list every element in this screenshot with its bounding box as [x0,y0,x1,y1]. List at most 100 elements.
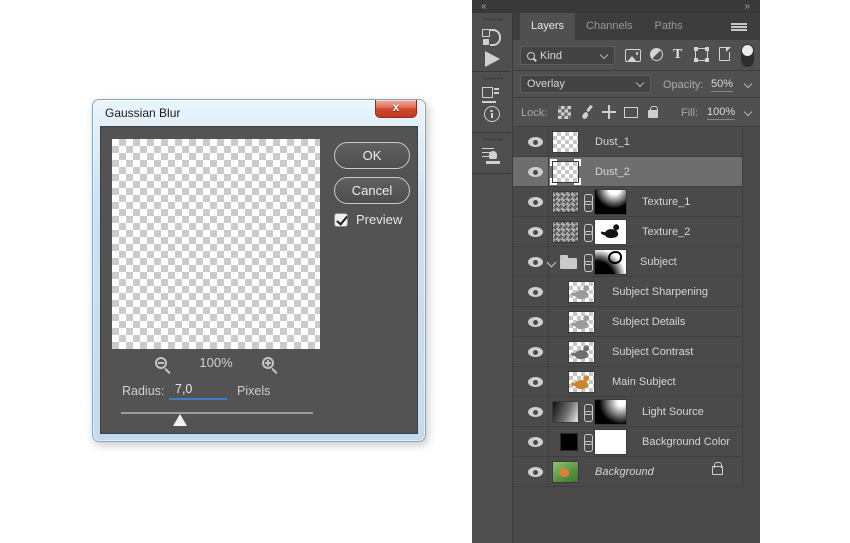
layer-row-main-subject[interactable]: Main Subject [513,367,742,397]
visibility-eye-icon[interactable] [528,347,543,357]
panel-tabbar: Layers Channels Paths [513,13,760,40]
visibility-eye-icon[interactable] [528,137,543,147]
opacity-label: Opacity: [663,79,704,91]
ok-button[interactable]: OK [334,142,410,169]
layer-row-subject-contrast[interactable]: Subject Contrast [513,337,742,367]
lock-pixels-icon[interactable] [580,105,594,119]
visibility-eye-icon[interactable] [528,287,543,297]
fill-color-swatch[interactable] [560,433,578,451]
layer-row-background-color[interactable]: Background Color [513,427,742,457]
layer-thumbnail[interactable] [568,311,595,333]
layer-thumbnail[interactable] [568,341,595,363]
actions-panel-icon[interactable] [485,51,500,67]
visibility-eye-icon[interactable] [528,227,543,237]
layer-name: Main Subject [612,376,676,388]
filter-type-layers-icon[interactable]: T [673,47,682,62]
clone-source-panel-icon[interactable] [482,147,502,164]
lock-label: Lock: [521,107,548,119]
filter-pixel-layers-icon[interactable] [625,49,641,62]
layer-mask-thumbnail[interactable] [594,219,627,245]
locked-layer-icon [712,462,723,475]
dialog-content: OK Cancel Preview 100% Radius: 7,0 Pixel… [100,126,418,434]
layer-row-dust-1[interactable]: Dust_1 [513,127,742,157]
layer-thumbnail[interactable] [568,371,595,393]
layer-mask-thumbnail[interactable] [594,249,627,275]
zoom-out-icon[interactable] [155,357,167,369]
grip-handle[interactable] [482,18,503,21]
visibility-eye-icon[interactable] [528,467,543,477]
layer-row-dust-2[interactable]: Dust_2 [513,157,742,187]
layer-thumbnail[interactable] [552,191,579,213]
radius-slider-thumb[interactable] [173,414,187,426]
visibility-eye-icon[interactable] [528,437,543,447]
layer-row-background[interactable]: Background [513,457,742,487]
tab-channels[interactable]: Channels [575,13,643,40]
visibility-eye-icon[interactable] [528,197,543,207]
close-button[interactable]: x [375,100,417,118]
layer-thumbnail[interactable] [568,281,595,303]
radius-label: Radius: [122,384,165,398]
link-mask-icon[interactable] [583,404,593,422]
filter-smart-objects-icon[interactable] [719,47,730,61]
layer-row-subject-details[interactable]: Subject Details [513,307,742,337]
fill-value[interactable]: 100% [707,106,736,120]
layer-row-subject-sharpening[interactable]: Subject Sharpening [513,277,742,307]
filter-toggle-switch[interactable] [741,44,754,67]
radius-slider-track[interactable] [121,412,313,414]
tab-layers[interactable]: Layers [520,13,576,40]
layer-name: Subject Contrast [612,346,694,358]
layer-row-texture-1[interactable]: Texture_1 [513,187,742,217]
layer-row-texture-2[interactable]: Texture_2 [513,217,742,247]
visibility-eye-icon[interactable] [528,257,543,267]
layer-mask-thumbnail[interactable] [594,189,627,215]
layer-mask-thumbnail[interactable] [594,429,627,455]
chevron-down-icon [600,52,608,60]
filter-kind-dropdown[interactable]: Kind [520,46,615,65]
layer-row-light-source[interactable]: Light Source [513,397,742,427]
visibility-eye-icon[interactable] [528,317,543,327]
chevron-down-icon[interactable] [744,109,752,117]
tab-paths[interactable]: Paths [644,13,694,40]
filter-shape-layers-icon[interactable] [693,46,708,61]
layer-thumbnail[interactable] [552,461,579,483]
group-expand-chevron-icon[interactable] [547,258,556,267]
layer-name: Subject Details [612,316,686,328]
blend-mode-dropdown[interactable]: Overlay [520,75,651,93]
info-panel-icon[interactable] [484,106,500,122]
bird-silhouette [604,228,619,239]
layer-thumbnail[interactable] [552,221,579,243]
layer-mask-thumbnail[interactable] [594,399,627,425]
lock-position-icon[interactable] [602,105,616,119]
cancel-button[interactable]: Cancel [334,177,410,204]
collapse-left-icon[interactable]: « [481,0,487,13]
link-mask-icon[interactable] [583,194,593,212]
group-folder-icon[interactable] [560,255,577,269]
preview-checkbox[interactable] [334,212,348,227]
link-mask-icon[interactable] [583,224,593,242]
layer-thumbnail[interactable] [552,131,579,153]
lock-artboard-icon[interactable] [624,107,638,118]
visibility-eye-icon[interactable] [528,407,543,417]
blur-preview-area[interactable] [112,139,320,349]
lock-transparency-icon[interactable] [558,106,571,119]
link-mask-icon[interactable] [583,254,593,272]
grip-handle[interactable] [482,77,503,80]
visibility-eye-icon[interactable] [528,377,543,387]
properties-panel-icon[interactable] [482,87,499,103]
layer-thumbnail[interactable] [552,161,579,183]
grip-handle[interactable] [482,138,503,141]
layer-row-subject-group[interactable]: Subject [513,247,742,277]
history-panel-icon[interactable] [482,28,502,46]
radius-input[interactable]: 7,0 [169,382,227,400]
layer-thumbnail[interactable] [552,401,579,423]
search-icon [527,51,535,60]
link-mask-icon[interactable] [583,434,593,452]
panel-menu-icon[interactable] [731,23,747,31]
collapse-right-icon[interactable]: » [744,0,750,13]
lock-all-icon[interactable] [648,105,658,118]
chevron-down-icon[interactable] [744,81,752,89]
zoom-in-icon[interactable] [262,357,274,369]
visibility-eye-icon[interactable] [528,167,543,177]
filter-adjustment-layers-icon[interactable] [650,48,663,61]
opacity-value[interactable]: 50% [711,78,734,92]
